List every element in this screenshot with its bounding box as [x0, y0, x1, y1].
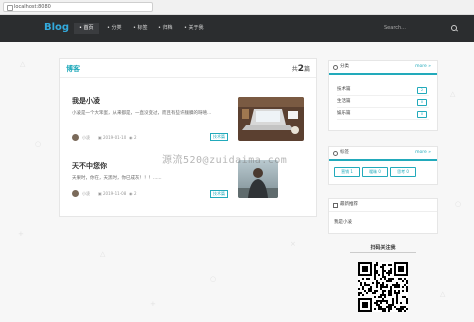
post-views: 2 [134, 191, 137, 196]
decoration-plus-icon: + [150, 300, 156, 308]
laptop-image [238, 97, 304, 141]
category-item[interactable]: 技术篇 2 [337, 85, 429, 96]
decoration-circle-icon: ○ [210, 275, 217, 283]
post-author[interactable]: 小凌 [82, 135, 90, 141]
qr-title: 扫码关注我 [370, 245, 396, 251]
lightbulb-icon [333, 65, 338, 70]
eye-icon: ◉ [129, 135, 133, 140]
decoration-circle-icon: ○ [455, 200, 462, 208]
count-suffix: 篇 [303, 66, 310, 73]
tag-icon [333, 151, 338, 156]
category-widget: 分类 more » 技术篇 2 生活篇 0 娱乐篇 0 [328, 60, 438, 131]
tag-name: 思考 [397, 169, 406, 174]
recommend-widget-header: 最新推荐 [329, 199, 437, 212]
eye-icon: ◉ [129, 191, 133, 196]
category-more-link[interactable]: more » [415, 61, 431, 73]
post-title[interactable]: 天不中您你 [72, 161, 107, 171]
search-icon[interactable] [451, 25, 457, 31]
url-text: localhost:8080 [14, 4, 51, 10]
nav-tags[interactable]: • 标签 [128, 23, 153, 34]
category-count: 2 [417, 87, 427, 94]
tag-name: 暧昧 [369, 169, 378, 174]
recommend-widget: 最新推荐 我是小凌 [328, 198, 438, 234]
category-item[interactable]: 生活篇 0 [337, 97, 429, 108]
tag-chip[interactable]: 营销 1 [334, 167, 360, 177]
category-name: 生活篇 [337, 99, 351, 104]
tag-chip[interactable]: 暧昧 0 [362, 167, 388, 177]
post-item[interactable]: 天不中您你 天果时，你在，天黑时，你已成灰！！！...... 小凌 ▣ 2019… [72, 160, 307, 209]
decoration-plus-icon: × [290, 240, 296, 248]
qr-code-image [358, 262, 408, 312]
post-title[interactable]: 我是小凌 [72, 96, 100, 106]
category-name: 娱乐篇 [337, 111, 351, 116]
tag-more-link[interactable]: more » [415, 147, 431, 159]
qr-code-icon [358, 262, 408, 312]
recommend-widget-title: 最新推荐 [340, 202, 358, 207]
post-author[interactable]: 小凌 [82, 191, 90, 197]
blog-list-header: 博客 共2篇 [60, 59, 316, 78]
post-views: 2 [134, 135, 137, 140]
tag-widget-title: 标签 [340, 150, 349, 155]
site-logo[interactable]: Blog [44, 22, 69, 33]
tag-count: 0 [406, 169, 409, 174]
avatar [72, 190, 79, 197]
tag-name: 营销 [341, 169, 350, 174]
tag-count: 0 [378, 169, 381, 174]
tag-widget: 标签 more » 营销 1 暧昧 0 思考 0 [328, 146, 438, 185]
decoration-triangle-icon: △ [20, 60, 26, 68]
decoration-triangle-icon: △ [450, 90, 456, 98]
tag-widget-header: 标签 more » [329, 147, 437, 161]
category-count: 0 [417, 99, 427, 106]
bookmark-icon [333, 203, 338, 208]
blog-list-panel: 博客 共2篇 我是小凌 小凌是一个大笨蛋，从来都是，一直没变过，而且有些许腼腆的… [59, 58, 317, 217]
recommend-item[interactable]: 我是小凌 [334, 219, 352, 225]
calendar-icon: ▣ [98, 135, 102, 140]
tag-count: 1 [350, 169, 353, 174]
blog-count: 共2篇 [292, 64, 310, 74]
post-date: 2019-11-08 [103, 191, 127, 196]
nav-about[interactable]: • 关于我 [179, 23, 209, 34]
blog-list-title: 博客 [66, 65, 80, 73]
url-field[interactable]: localhost:8080 [3, 2, 153, 12]
decoration-triangle-icon: △ [100, 250, 106, 258]
post-excerpt: 天果时，你在，天黑时，你已成灰！！！...... [72, 176, 162, 181]
qr-divider [350, 252, 416, 253]
nav-archive[interactable]: • 归档 [153, 23, 178, 34]
post-thumbnail-laptop[interactable] [238, 97, 304, 141]
tag-chip[interactable]: 思考 0 [390, 167, 416, 177]
category-item[interactable]: 娱乐篇 0 [337, 109, 429, 120]
decoration-circle-icon: ○ [35, 140, 42, 148]
category-count: 0 [417, 111, 427, 118]
top-navigation: Blog • 首页 • 分类 • 标签 • 归档 • 关于我 Search... [0, 15, 474, 42]
info-icon[interactable] [7, 5, 13, 11]
avatar [72, 134, 79, 141]
decoration-triangle-icon: △ [440, 290, 446, 298]
nav-home[interactable]: • 首页 [74, 23, 99, 34]
category-widget-header: 分类 more » [329, 61, 437, 75]
post-item[interactable]: 我是小凌 小凌是一个大笨蛋，从来都是，一直没变过，而且有些许腼腆的呀嘻... 小… [72, 96, 307, 146]
nav-categories[interactable]: • 分类 [102, 23, 127, 34]
watermark: 源流520@zuidaima.com [162, 155, 288, 166]
post-tag[interactable]: 技术篇 [210, 133, 228, 141]
post-excerpt: 小凌是一个大笨蛋，从来都是，一直没变过，而且有些许腼腆的呀嘻... [72, 111, 212, 116]
category-name: 技术篇 [337, 87, 351, 92]
post-date: 2019-01-10 [103, 135, 127, 140]
search-input[interactable]: Search... [384, 25, 406, 31]
calendar-icon: ▣ [98, 191, 102, 196]
post-tag[interactable]: 技术篇 [210, 190, 228, 198]
browser-address-bar: localhost:8080 [0, 0, 474, 15]
category-widget-title: 分类 [340, 64, 349, 69]
decoration-plus-icon: + [18, 230, 24, 238]
